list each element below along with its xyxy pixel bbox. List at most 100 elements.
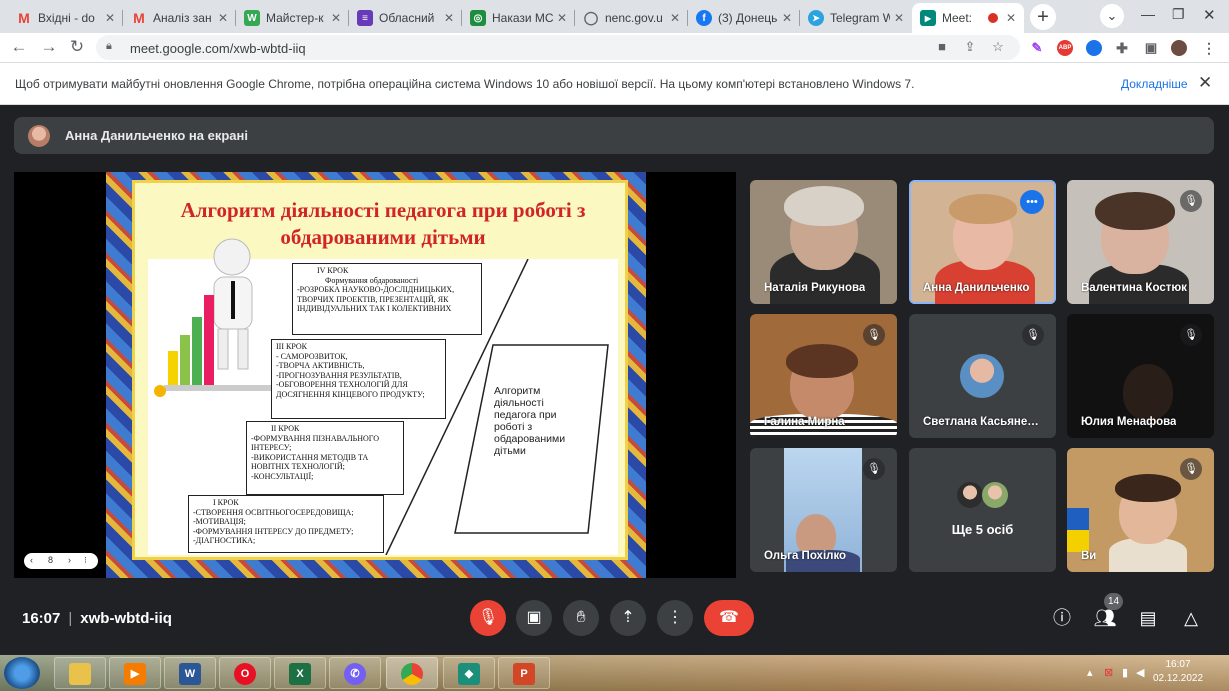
close-icon[interactable]: ✕ — [557, 11, 567, 25]
mic-off-icon: 🎙︎ — [863, 458, 885, 480]
sidepanel-icon[interactable]: ▣ — [1143, 40, 1159, 56]
tab-nenc[interactable]: ◯ nenc.gov.u ✕ — [575, 3, 688, 33]
lock-icon: 🔒︎ — [106, 40, 112, 52]
participant-name: Галина Мирна — [764, 416, 845, 428]
adblock-icon[interactable]: ABP — [1057, 40, 1073, 56]
close-icon[interactable]: ✕ — [1198, 73, 1212, 93]
self-tile[interactable]: 🎙︎ Ви — [1067, 448, 1214, 572]
excel-icon: X — [289, 663, 311, 685]
gmail-icon: M — [18, 10, 30, 26]
taskbar-viber[interactable]: ✆ — [329, 657, 381, 689]
tab-facebook[interactable]: f (3) Донецьк ✕ — [688, 3, 800, 33]
slide-pager[interactable]: ‹ 8 › ⁝ — [24, 553, 98, 569]
taskbar-chrome[interactable] — [386, 657, 438, 689]
close-icon[interactable]: ✕ — [782, 11, 792, 25]
tab-gmail-analysis[interactable]: M Аналіз зан ✕ — [123, 3, 236, 33]
taskbar-opera[interactable]: O — [219, 657, 271, 689]
next-slide-button[interactable]: › — [68, 555, 71, 565]
pen-extension-icon[interactable]: ✎ — [1029, 40, 1045, 56]
participant-tile[interactable]: 🎙︎ Галина Мирна — [750, 314, 897, 438]
camera-toggle-button[interactable]: ▣ — [516, 600, 552, 636]
tab-telegram[interactable]: ➤ Telegram W ✕ — [800, 3, 912, 33]
viber-icon: ✆ — [344, 663, 366, 685]
leave-call-button[interactable]: ☎︎ — [704, 600, 754, 636]
address-bar[interactable]: 🔒︎ meet.google.com/xwb-wbtd-iiq ■ ⇪ ☆ — [96, 35, 1020, 60]
signal-icon[interactable]: ▮ — [1122, 666, 1128, 679]
new-tab-button[interactable]: + — [1030, 4, 1056, 30]
taskbar-filmora[interactable]: ◆ — [443, 657, 495, 689]
avatar — [957, 482, 983, 508]
close-icon[interactable]: ✕ — [670, 11, 680, 25]
word-icon: W — [179, 663, 201, 685]
close-icon[interactable]: ✕ — [1006, 11, 1016, 25]
close-icon[interactable]: ✕ — [894, 11, 904, 25]
reload-button[interactable]: ↻ — [66, 36, 88, 58]
menu-icon[interactable]: ⋮ — [1201, 40, 1217, 56]
mic-off-icon: 🎙︎ — [1022, 324, 1044, 346]
activities-button[interactable]: △ — [1177, 604, 1205, 632]
extension-icon[interactable] — [1086, 40, 1102, 56]
close-icon[interactable]: ✕ — [218, 11, 228, 25]
taskbar-powerpoint[interactable]: P — [498, 657, 550, 689]
more-participants-tile[interactable]: Ще 5 осіб — [909, 448, 1056, 572]
camera-icon[interactable]: ■ — [934, 39, 950, 55]
web-icon: ◎ — [470, 10, 486, 26]
start-button[interactable] — [4, 657, 40, 689]
bookmark-star-icon[interactable]: ☆ — [990, 39, 1006, 55]
tab-orders[interactable]: ◎ Накази МС ✕ — [462, 3, 575, 33]
tab-master-class[interactable]: W Майстер-к ✕ — [236, 3, 349, 33]
learn-more-link[interactable]: Докладніше — [1121, 77, 1188, 91]
puzzle-icon[interactable]: ✚ — [1114, 40, 1130, 56]
tab-meet[interactable]: ▶ Meet: ✕ — [912, 3, 1024, 33]
presenter-banner: Анна Данильченко на екрані — [14, 117, 1214, 154]
speaking-indicator-icon: ••• — [1020, 190, 1044, 214]
system-clock[interactable]: 16:07 02.12.2022 — [1148, 658, 1208, 686]
participant-tile[interactable]: 🎙︎ Ольга Похілко — [750, 448, 897, 572]
participant-tile[interactable]: 🎙︎ Светлана Касьяненко — [909, 314, 1056, 438]
slide-content-area: IV КРОК Формування обдарованості -РОЗРОБ… — [148, 238, 618, 555]
minimize-button[interactable]: — — [1141, 6, 1155, 22]
forward-button[interactable]: → — [38, 36, 60, 58]
meeting-info: 16:07 | xwb-wbtd-iiq — [22, 610, 172, 627]
participant-tile[interactable]: Наталія Рикунова — [750, 180, 897, 304]
participant-tile[interactable]: 🎙︎ Юлия Менафова — [1067, 314, 1214, 438]
powerpoint-icon: P — [513, 663, 535, 685]
tab-gmail-inbox[interactable]: M Вхідні - do ✕ — [8, 3, 123, 33]
slide-menu-icon[interactable]: ⁝ — [84, 555, 87, 566]
tab-search-button[interactable]: ⌄ — [1100, 4, 1124, 28]
more-options-button[interactable]: ⋮ — [657, 600, 693, 636]
prev-slide-button[interactable]: ‹ — [30, 555, 33, 565]
avatar[interactable] — [1171, 40, 1187, 56]
taskbar-word[interactable]: W — [164, 657, 216, 689]
taskbar-media[interactable]: ▶ — [109, 657, 161, 689]
mic-toggle-button[interactable]: 🎙︎ — [470, 600, 506, 636]
participant-tile-active[interactable]: ••• Анна Данильченко — [909, 180, 1056, 304]
share-icon[interactable]: ⇪ — [962, 39, 978, 55]
participant-name: Валентина Костюк — [1081, 282, 1187, 294]
presentation-stage[interactable]: Алгоритм діяльності педагога при роботі … — [14, 172, 736, 578]
participant-name: Юлия Менафова — [1081, 416, 1177, 428]
meeting-details-button[interactable]: ⓘ — [1048, 604, 1076, 632]
tray-expand-icon[interactable]: ▴ — [1087, 666, 1093, 679]
close-icon[interactable]: ✕ — [331, 11, 341, 25]
presenter-label: Анна Данильченко на екрані — [65, 128, 248, 143]
people-count-badge: 14 — [1104, 593, 1123, 610]
taskbar-excel[interactable]: X — [274, 657, 326, 689]
taskbar-explorer[interactable] — [54, 657, 106, 689]
web-icon: W — [244, 10, 260, 26]
participant-tile[interactable]: 🎙︎ Валентина Костюк — [1067, 180, 1214, 304]
close-icon[interactable]: ✕ — [105, 11, 115, 25]
avatar — [28, 125, 50, 147]
mic-off-icon: 🎙︎ — [863, 324, 885, 346]
network-icon[interactable]: ⊠ — [1104, 666, 1113, 679]
raise-hand-button[interactable]: ✋︎ — [563, 600, 599, 636]
mic-off-icon: 🎙︎ — [1180, 324, 1202, 346]
close-icon[interactable]: ✕ — [444, 11, 454, 25]
back-button[interactable]: ← — [8, 36, 30, 58]
tab-regional[interactable]: ≡ Обласний ✕ — [349, 3, 462, 33]
present-button[interactable]: ⇡ — [610, 600, 646, 636]
window-close-button[interactable]: ✕ — [1203, 6, 1216, 24]
restore-button[interactable]: ❐ — [1172, 6, 1185, 23]
chat-button[interactable]: ▤ — [1134, 604, 1162, 632]
volume-icon[interactable]: ◀ — [1136, 666, 1144, 679]
